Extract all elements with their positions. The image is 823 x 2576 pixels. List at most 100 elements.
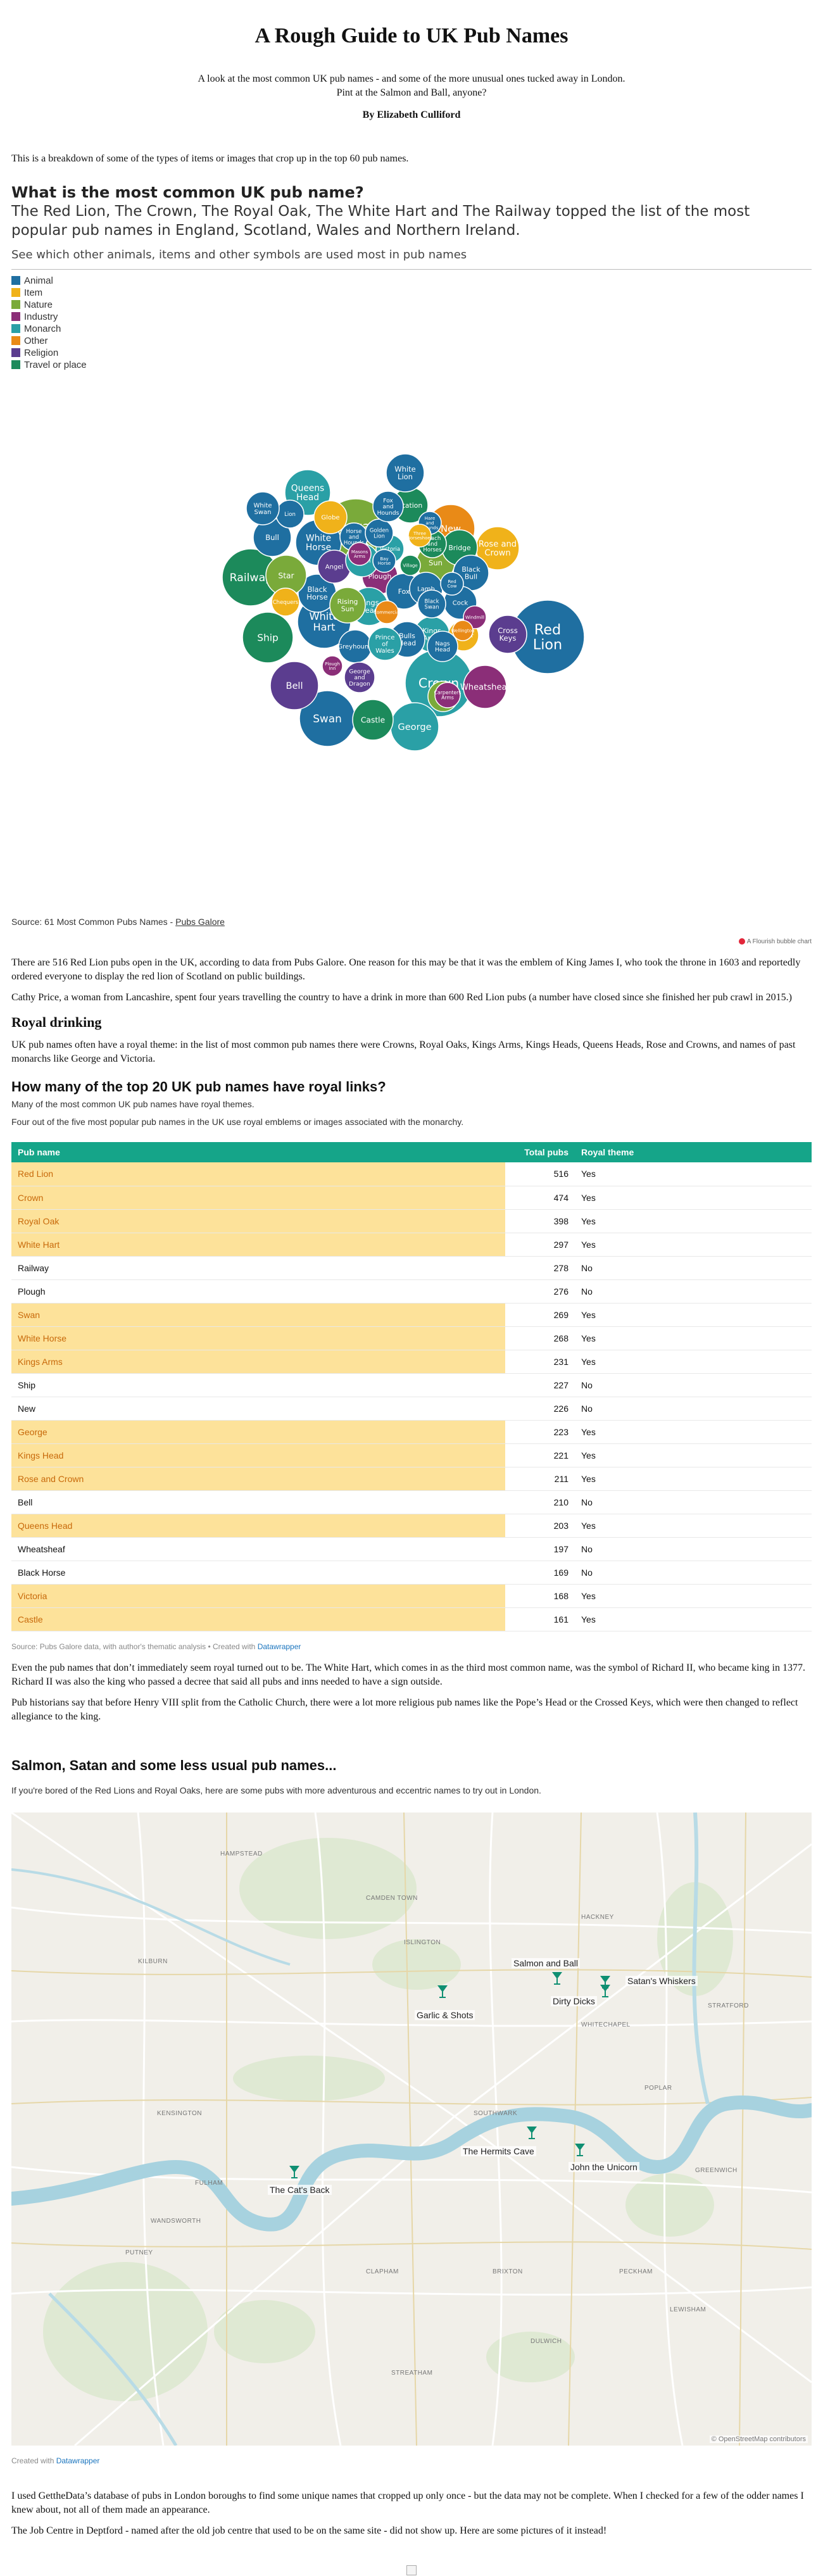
bubble[interactable]: CrossKeys <box>488 615 527 654</box>
final-paragraph-1: I used GettheData’s database of pubs in … <box>11 2491 804 2516</box>
bubble[interactable]: Ship <box>242 612 294 663</box>
bubble[interactable]: PrinceofWales <box>368 627 402 661</box>
table-row: Crown 474 Yes <box>11 1186 812 1210</box>
pin-icon[interactable] <box>551 1971 563 1985</box>
bubble-label: Lion <box>374 533 385 539</box>
table-cell-total: 221 <box>505 1443 575 1467</box>
legend-item[interactable]: Travel or place <box>11 359 812 371</box>
bubble-label: Ship <box>257 632 279 643</box>
bubble-label: George <box>398 722 431 732</box>
bubble[interactable]: Bell <box>270 661 319 710</box>
table-row: Black Horse 169 No <box>11 1561 812 1585</box>
bubble[interactable]: CarpentersArms <box>434 682 462 708</box>
map-basemap <box>11 1813 812 2446</box>
flourish-credit[interactable]: A Flourish bubble chart <box>11 938 812 945</box>
map-datawrapper-link[interactable]: Datawrapper <box>56 2456 100 2465</box>
royal-drinking-heading: Royal drinking <box>11 1014 102 1030</box>
bubble[interactable]: Angel <box>317 550 351 584</box>
table-cell-name: Swan <box>11 1303 505 1327</box>
map-area-label: PUTNEY <box>125 2249 153 2256</box>
map-area-label: STRATFORD <box>708 2002 749 2009</box>
column-header-total-pubs[interactable]: Total pubs <box>505 1142 575 1162</box>
bubble-label: Castle <box>361 715 385 724</box>
pubs-galore-link[interactable]: Pubs Galore <box>175 917 225 927</box>
bubble[interactable]: George <box>390 702 439 751</box>
datawrapper-link[interactable]: Datawrapper <box>258 1642 301 1651</box>
legend-label: Nature <box>24 299 53 310</box>
table-row: Bell 210 No <box>11 1490 812 1514</box>
table-cell-name: Kings Head <box>11 1443 505 1467</box>
legend-swatch <box>11 276 20 286</box>
table-cell-name: White Hart <box>11 1233 505 1257</box>
legend-item[interactable]: Monarch <box>11 323 812 335</box>
bubble-label: Greyhound <box>337 644 372 651</box>
pin-icon[interactable] <box>289 2165 300 2179</box>
legend-item[interactable]: Other <box>11 335 812 347</box>
map-area-label: KENSINGTON <box>157 2110 202 2117</box>
bubble[interactable]: PloughInn <box>322 655 343 677</box>
map-area-label: HACKNEY <box>581 1914 614 1921</box>
london-map[interactable]: HAMPSTEAD KILBURN ISLINGTON HACKNEY STRATFOR… <box>11 1813 812 2446</box>
pin-icon[interactable] <box>574 2143 586 2157</box>
bubble-label: Bell <box>286 681 303 691</box>
intro-line-2: Pint at the Salmon and Ball, anyone? <box>336 87 487 98</box>
bubble[interactable]: WhiteLion <box>386 453 425 493</box>
table-cell-total: 474 <box>505 1186 575 1210</box>
bubble-label: Arms <box>354 554 365 559</box>
intro-line-1: A look at the most common UK pub names -… <box>198 73 625 84</box>
bubble[interactable]: MasonsArms <box>348 542 372 566</box>
bubble[interactable]: Village <box>399 555 421 576</box>
bubble[interactable]: Chequers <box>271 587 300 617</box>
bubble-chart-subtitle: The Red Lion, The Crown, The Royal Oak, … <box>11 203 750 239</box>
legend-item[interactable]: Animal <box>11 275 812 287</box>
map-label-john-the-unicorn[interactable]: John the Unicorn <box>569 2162 639 2172</box>
bubble[interactable]: BlackSwan <box>417 589 446 619</box>
table-row: Rose and Crown 211 Yes <box>11 1467 812 1491</box>
map-area-label: HAMPSTEAD <box>220 1850 263 1857</box>
map-label-satans-whiskers[interactable]: Satan's Whiskers <box>625 1976 698 1986</box>
legend-item[interactable]: Item <box>11 287 812 299</box>
pin-icon[interactable] <box>600 1984 611 1998</box>
table-cell-royal: Yes <box>575 1303 812 1327</box>
pin-icon[interactable] <box>526 2126 537 2140</box>
legend-item[interactable]: Industry <box>11 311 812 323</box>
table-cell-royal: Yes <box>575 1607 812 1631</box>
bubble[interactable]: Lion <box>275 499 305 529</box>
bubble-label: Horseshoes <box>407 536 433 541</box>
legend-item[interactable]: Nature <box>11 299 812 311</box>
map-label-cats-back[interactable]: The Cat's Back <box>268 2185 332 2195</box>
bubble[interactable]: Castle <box>352 699 394 741</box>
bubble[interactable]: WhiteSwan <box>246 491 280 525</box>
bubble[interactable]: FoxandHounds <box>372 491 404 522</box>
flourish-credit-text: A Flourish bubble chart <box>746 938 812 945</box>
map-label-salmon-and-ball[interactable]: Salmon and Ball <box>512 1958 580 1968</box>
bubble[interactable]: GeorgeandDragon <box>344 662 375 693</box>
map-area-label: POPLAR <box>644 2085 672 2092</box>
bubble[interactable]: RisingSun <box>329 587 366 624</box>
map-label-garlic-and-shots[interactable]: Garlic & Shots <box>415 2010 475 2020</box>
osm-attribution[interactable]: © OpenStreetMap contributors <box>709 2435 808 2443</box>
map-label-dirty-dicks[interactable]: Dirty Dicks <box>551 1996 597 2006</box>
bubble-label: Arms <box>441 695 454 701</box>
table-cell-total: 516 <box>505 1162 575 1186</box>
legend-item[interactable]: Religion <box>11 347 812 359</box>
bubble[interactable]: RedCow <box>440 572 464 596</box>
column-header-pub-name[interactable]: Pub name <box>11 1142 505 1162</box>
map-area-label: CAMDEN TOWN <box>366 1895 418 1902</box>
bubble[interactable]: GoldenLion <box>365 518 394 548</box>
table-cell-total: 169 <box>505 1561 575 1585</box>
table-cell-royal: No <box>575 1373 812 1397</box>
bubble[interactable]: Greyhound <box>337 629 373 663</box>
map-area-label: STREATHAM <box>391 2370 433 2377</box>
bubble[interactable]: NagsHead <box>427 631 458 662</box>
broken-image-icon <box>406 2565 417 2575</box>
table-cell-total: 278 <box>505 1256 575 1280</box>
bubble-label: Lion <box>533 637 562 653</box>
table-cell-total: 268 <box>505 1326 575 1350</box>
pin-icon[interactable] <box>437 1985 448 1999</box>
map-label-hermits-cave[interactable]: The Hermits Cave <box>461 2146 536 2156</box>
bubble[interactable]: BayHorse <box>372 549 396 573</box>
table-cell-royal: Yes <box>575 1186 812 1210</box>
page-title: A Rough Guide to UK Pub Names <box>254 24 569 47</box>
column-header-royal-theme[interactable]: Royal theme <box>575 1142 812 1162</box>
